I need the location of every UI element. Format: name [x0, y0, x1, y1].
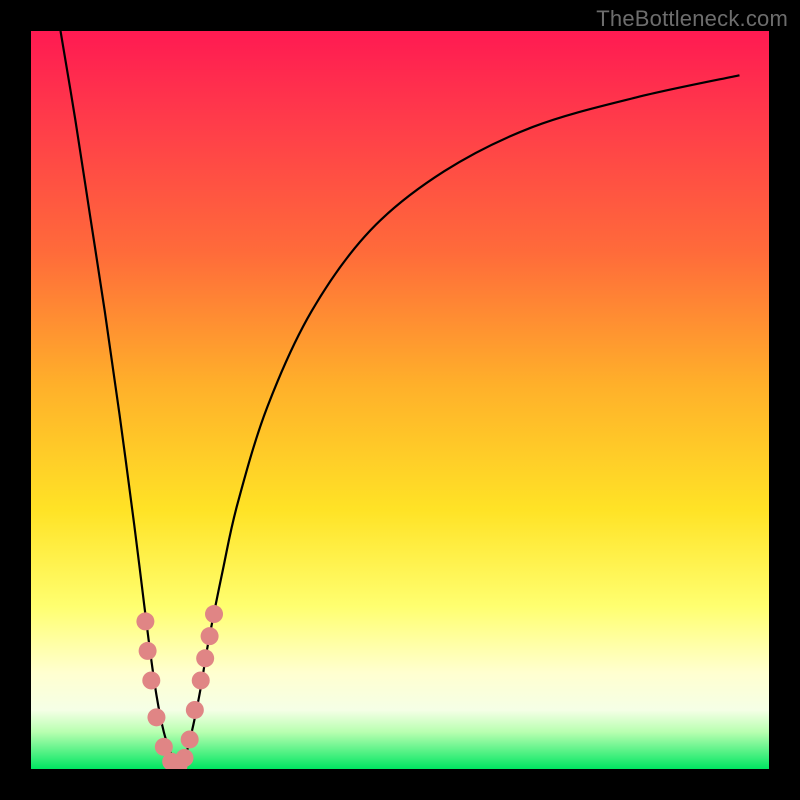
highlight-dot: [147, 708, 165, 726]
highlight-dot: [139, 642, 157, 660]
highlight-dot: [142, 671, 160, 689]
frame: TheBottleneck.com: [0, 0, 800, 800]
highlight-dot: [136, 612, 154, 630]
watermark-text: TheBottleneck.com: [596, 6, 788, 32]
highlight-dot: [196, 649, 214, 667]
chart-plot-area: [31, 31, 769, 769]
highlight-dot: [205, 605, 223, 623]
highlight-dot: [181, 730, 199, 748]
highlight-dot: [201, 627, 219, 645]
highlight-dot: [186, 701, 204, 719]
highlight-dot: [192, 671, 210, 689]
bottleneck-curve-svg: [31, 31, 769, 769]
highlight-dot: [176, 749, 194, 767]
bottleneck-curve-path: [61, 31, 740, 769]
highlight-dots-group: [136, 605, 223, 769]
